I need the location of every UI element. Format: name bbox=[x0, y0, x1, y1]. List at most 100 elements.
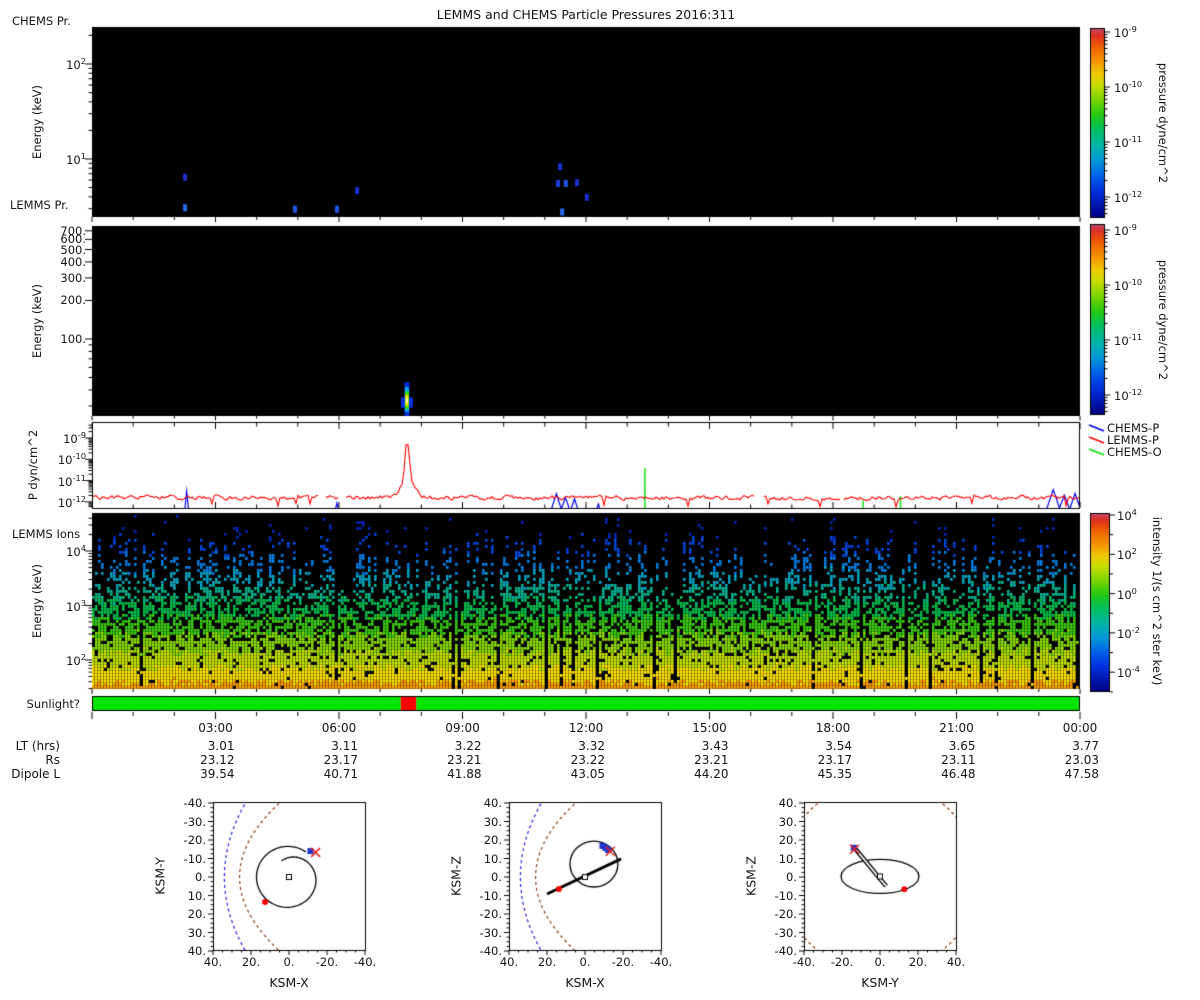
energy-tick-label: 102 bbox=[66, 652, 86, 668]
orbit-ytick-label: -20. bbox=[479, 906, 502, 921]
time-label: 03:00 bbox=[198, 721, 233, 735]
orbit-xy-yaxis-label: KSM-Y bbox=[152, 857, 168, 895]
orbit-xtick-label: 20. bbox=[908, 955, 928, 969]
pressure-tick-label: 10-12 bbox=[57, 493, 86, 510]
energy-tick-label: 104 bbox=[66, 543, 86, 559]
energy-tick-label: 103 bbox=[66, 597, 86, 614]
ephemeris-value: 23.17 bbox=[323, 753, 358, 767]
colorbar-tick-label: 10-11 bbox=[1114, 332, 1143, 348]
orbit-xz-xaxis-label: KSM-X bbox=[565, 975, 605, 990]
orbit-ytick-label: -20. bbox=[774, 906, 797, 921]
ephemeris-value: 43.05 bbox=[570, 767, 605, 781]
ephemeris-value: 23.22 bbox=[570, 753, 605, 767]
orbit-ytick-label: 20. bbox=[483, 832, 502, 847]
time-label: 00:00 bbox=[1062, 721, 1098, 735]
orbit-xtick-label: -20. bbox=[611, 955, 635, 969]
ephemeris-value: 45.35 bbox=[817, 767, 852, 781]
time-label: 12:00 bbox=[568, 721, 604, 735]
colorbar-tick-label: 10-2 bbox=[1117, 624, 1140, 641]
orbit-xtick-label: 20. bbox=[241, 955, 261, 969]
orbit-ytick-label: 10. bbox=[778, 851, 797, 866]
orbit-ytick-label: 40. bbox=[187, 943, 206, 958]
orbit-ytick-label: -30. bbox=[183, 814, 206, 829]
energy-tick-label: 100. bbox=[60, 331, 86, 346]
orbit-ytick-label: -30. bbox=[774, 925, 797, 940]
orbit-ytick-label: -30. bbox=[479, 925, 502, 940]
energy-tick-label: 500. bbox=[60, 242, 86, 257]
colorbar-tick-label: 10-11 bbox=[1114, 134, 1143, 150]
intensity-colorbar-label: intensity 1/(s cm^2 ster keV) bbox=[1150, 516, 1165, 686]
orbit-xtick-label: -40. bbox=[353, 955, 377, 969]
colorbar-tick-label: 10-9 bbox=[1114, 24, 1137, 40]
orbit-ytick-label: 10. bbox=[483, 851, 502, 866]
colorbar-tick-label: 10-12 bbox=[1114, 387, 1143, 403]
orbit-ytick-label: -40. bbox=[774, 943, 797, 958]
ephemeris-value: 23.11 bbox=[941, 753, 976, 767]
ephemeris-value: 3.77 bbox=[1072, 739, 1099, 753]
plots-canvas bbox=[0, 0, 1200, 1000]
pressure-tick-label: 10-9 bbox=[63, 430, 86, 446]
pressure-axis-label: P dyn/cm^2 bbox=[25, 429, 40, 501]
ephemeris-value: 44.20 bbox=[694, 767, 729, 781]
chems-colorbar-label: pressure dyne/cm^2 bbox=[1156, 62, 1171, 184]
orbit-xtick-label: -20. bbox=[830, 955, 854, 969]
orbit-ytick-label: 10. bbox=[187, 888, 206, 903]
orbit-xtick-label: -20. bbox=[315, 955, 339, 969]
orbit-ytick-label: 40. bbox=[483, 795, 502, 810]
orbit-xtick-label: 20. bbox=[537, 955, 557, 969]
orbit-ytick-label: -40. bbox=[479, 943, 502, 958]
pressure-tick-label: 10-11 bbox=[57, 472, 86, 489]
colorbar-tick-label: 102 bbox=[1117, 546, 1137, 563]
ephemeris-value: 3.11 bbox=[331, 739, 358, 753]
orbit-ytick-label: 30. bbox=[187, 925, 206, 940]
orbit-xtick-label: 0. bbox=[874, 955, 886, 969]
ephemeris-value: 3.65 bbox=[948, 739, 976, 753]
orbit-ytick-label: 0. bbox=[786, 869, 797, 884]
orbit-ytick-label: 30. bbox=[483, 814, 502, 829]
orbit-xz-yaxis-label: KSM-Z bbox=[448, 856, 464, 896]
orbit-xtick-label: 0. bbox=[283, 955, 295, 969]
pressure-tick-label: 10-10 bbox=[57, 451, 86, 468]
colorbar-tick-label: 10-9 bbox=[1114, 222, 1137, 238]
colorbar-tick-label: 100 bbox=[1117, 585, 1137, 602]
ephemeris-value: 3.22 bbox=[454, 739, 482, 753]
lemms-panel-label: LEMMS Pr. bbox=[10, 198, 69, 212]
ephemeris-value: 40.71 bbox=[323, 767, 358, 781]
ephemeris-value: 23.21 bbox=[694, 753, 729, 767]
orbit-xtick-label: 40. bbox=[946, 955, 966, 969]
orbit-ytick-label: 20. bbox=[187, 906, 206, 921]
orbit-xtick-label: 40. bbox=[203, 955, 223, 969]
orbit-ytick-label: 30. bbox=[778, 814, 797, 829]
time-label: 21:00 bbox=[939, 721, 974, 735]
orbit-ytick-label: 20. bbox=[778, 832, 797, 847]
orbit-ytick-label: -20. bbox=[183, 832, 206, 847]
ephemeris-value: 46.48 bbox=[941, 767, 976, 781]
figure: LEMMS and CHEMS Particle Pressures 2016:… bbox=[0, 0, 1200, 1000]
energy-tick-label: 300. bbox=[60, 270, 86, 285]
ions-panel-label: LEMMS Ions bbox=[12, 527, 81, 541]
energy-tick-label: 102 bbox=[66, 56, 86, 72]
orbit-xtick-label: 40. bbox=[499, 955, 519, 969]
ephemeris-value: 39.54 bbox=[200, 767, 235, 781]
orbit-yz-yaxis-label: KSM-Z bbox=[743, 856, 759, 896]
ions-energy-axis-label: Energy (keV) bbox=[29, 563, 44, 639]
ephemeris-value: 3.43 bbox=[701, 739, 729, 753]
chems-panel-label: CHEMS Pr. bbox=[12, 14, 71, 28]
figure-title: LEMMS and CHEMS Particle Pressures 2016:… bbox=[436, 7, 736, 22]
time-label: 15:00 bbox=[692, 721, 727, 735]
colorbar-tick-label: 10-4 bbox=[1117, 664, 1140, 681]
ephemeris-value: 47.58 bbox=[1064, 767, 1099, 781]
ephemeris-value: 3.54 bbox=[825, 739, 852, 753]
orbit-xy-xaxis-label: KSM-X bbox=[269, 975, 309, 990]
orbit-ytick-label: -10. bbox=[774, 888, 797, 903]
sunlight-label: Sunlight? bbox=[26, 696, 80, 711]
time-label: 06:00 bbox=[321, 721, 357, 735]
time-label: 18:00 bbox=[815, 721, 851, 735]
orbit-ytick-label: -10. bbox=[479, 888, 502, 903]
ephemeris-value: 23.03 bbox=[1064, 753, 1099, 767]
orbit-ytick-label: 0. bbox=[491, 869, 502, 884]
ephemeris-value: 23.17 bbox=[817, 753, 852, 767]
lemms-energy-axis-label: Energy (keV) bbox=[29, 283, 44, 359]
energy-tick-label: 400. bbox=[60, 254, 86, 269]
energy-tick-label: 101 bbox=[66, 151, 86, 167]
